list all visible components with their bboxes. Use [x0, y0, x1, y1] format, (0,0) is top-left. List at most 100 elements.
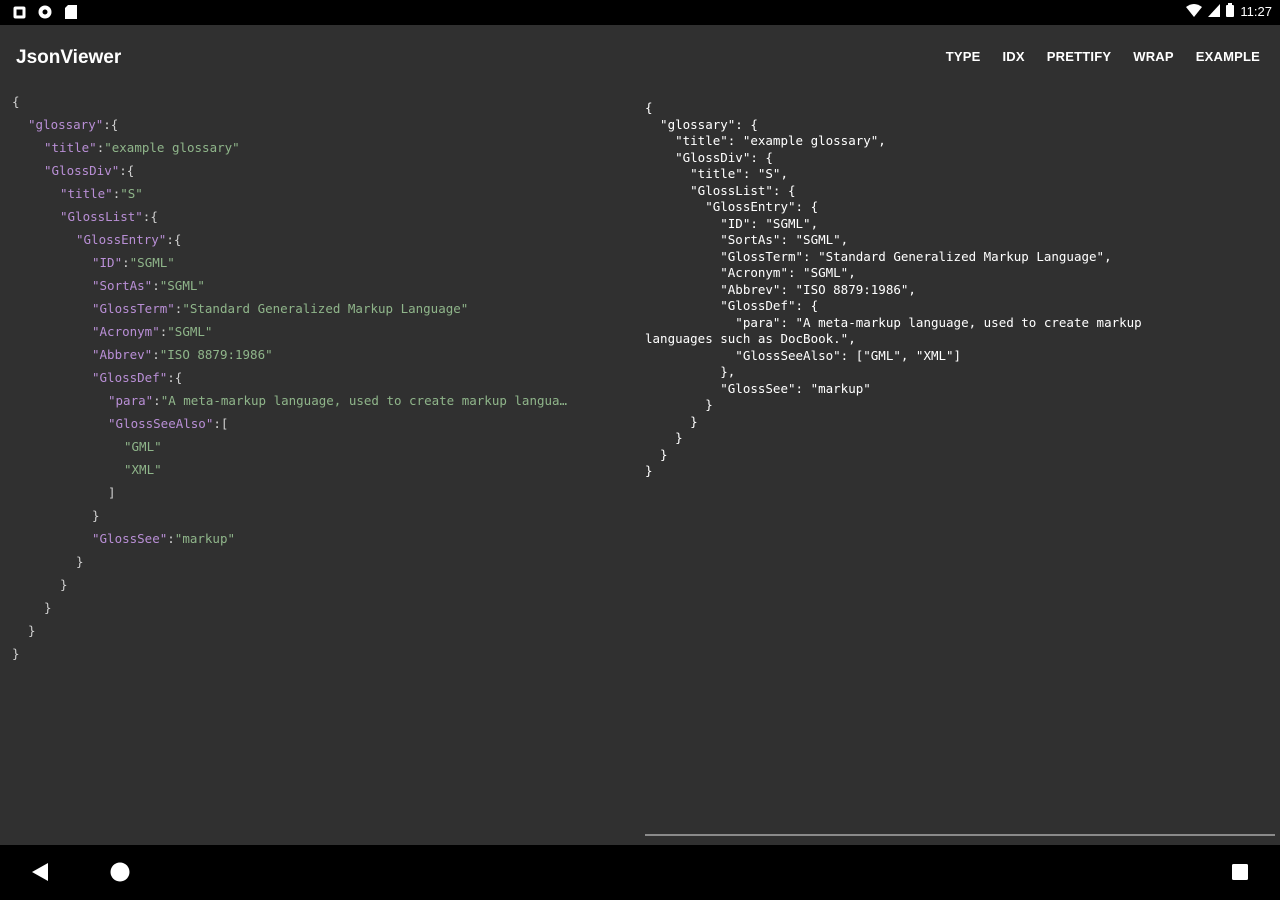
recents-icon[interactable] — [1232, 864, 1248, 885]
tree-line[interactable]: "XML" — [124, 460, 624, 480]
tree-brace: { — [150, 209, 158, 224]
raw-line: "title": "example glossary", — [645, 133, 886, 148]
tree-value: "SGML" — [129, 255, 175, 270]
tree-line[interactable]: "GlossSeeAlso":[ — [108, 414, 624, 434]
tree-key: "Acronym" — [92, 324, 160, 339]
tree-key: "GlossEntry" — [76, 232, 167, 247]
tree-key: "GlossSee" — [92, 531, 168, 546]
tree-brace: } — [60, 577, 68, 592]
tree-key: "SortAs" — [92, 278, 153, 293]
tree-line[interactable]: "GlossSee":"markup" — [92, 529, 624, 549]
tree-line[interactable]: "ID":"SGML" — [92, 253, 624, 273]
tree-line[interactable]: "Acronym":"SGML" — [92, 322, 624, 342]
raw-line: } — [645, 446, 668, 462]
tree-brace: [ — [220, 416, 229, 431]
raw-line: "GlossSeeAlso": ["GML", "XML"] — [645, 347, 962, 363]
tree-colon: : — [122, 255, 130, 270]
raw-line: "para": "A meta-markup language, used to… — [645, 314, 1142, 330]
tree-brace: } — [76, 554, 84, 569]
raw-line: }, — [645, 364, 736, 379]
tree-line[interactable]: } — [44, 598, 624, 618]
tree-value: "A meta-markup language, used to create … — [160, 393, 568, 408]
prettify-button[interactable]: PRETTIFY — [1047, 49, 1111, 64]
tree-value: "S" — [120, 186, 143, 201]
raw-line: "GlossSee": "markup" — [645, 380, 871, 396]
tree-line[interactable]: } — [28, 621, 624, 641]
raw-json-view[interactable]: { "glossary": { "title": "example glossa… — [645, 100, 1265, 480]
tree-key: "title" — [44, 140, 97, 155]
type-button[interactable]: TYPE — [946, 49, 981, 64]
tree-line[interactable]: "GlossEntry":{ — [76, 230, 624, 250]
battery-icon — [1226, 3, 1235, 20]
tree-key: "GlossDef" — [92, 370, 168, 385]
tree-value: "SGML" — [159, 278, 205, 293]
tree-key: "GlossDiv" — [44, 163, 120, 178]
tree-brace: { — [174, 370, 183, 385]
tree-line[interactable]: "title":"S" — [60, 184, 624, 204]
raw-line: "Abbrev": "ISO 8879:1986", — [645, 281, 916, 297]
tree-key: "title" — [60, 186, 113, 201]
tree-line[interactable]: } — [12, 644, 624, 664]
notification-icons — [12, 5, 78, 19]
tree-value: "example glossary" — [104, 140, 240, 155]
tree-line[interactable]: "GlossList":{ — [60, 207, 624, 227]
tree-value: "markup" — [174, 531, 236, 546]
tree-colon: : — [119, 163, 127, 178]
tree-colon: : — [167, 531, 175, 546]
system-icons: 11:27 — [1186, 3, 1272, 20]
tree-value: "ISO 8879:1986" — [159, 347, 273, 362]
raw-line: } — [645, 463, 653, 478]
tree-value: "Standard Generalized Markup Language" — [182, 301, 469, 316]
raw-line: "GlossList": { — [645, 182, 796, 198]
tree-line[interactable]: "GML" — [124, 437, 624, 457]
tree-colon: : — [152, 278, 160, 293]
tree-colon: : — [213, 416, 221, 431]
tree-line[interactable]: "GlossDiv":{ — [44, 161, 624, 181]
tree-line[interactable]: } — [92, 506, 624, 526]
tree-line[interactable]: "title":"example glossary" — [44, 138, 624, 158]
raw-line: "Acronym": "SGML", — [645, 265, 856, 280]
back-icon[interactable] — [32, 863, 50, 886]
tree-line[interactable]: } — [60, 575, 624, 595]
tree-value: "XML" — [124, 462, 162, 477]
signal-icon — [1208, 3, 1221, 20]
app-bar: JsonViewer TYPE IDX PRETTIFY WRAP EXAMPL… — [0, 25, 1280, 87]
tree-key: "Abbrev" — [92, 347, 153, 362]
idx-button[interactable]: IDX — [1003, 49, 1025, 64]
home-icon[interactable] — [110, 862, 130, 887]
tree-colon: : — [153, 393, 161, 408]
tree-colon: : — [166, 232, 174, 247]
tree-key: "GlossTerm" — [92, 301, 175, 316]
raw-line: "glossary": { — [645, 116, 758, 132]
tree-brace: } — [92, 508, 100, 523]
tree-line[interactable]: "SortAs":"SGML" — [92, 276, 624, 296]
tree-value: "GML" — [124, 439, 162, 454]
tree-line[interactable]: "GlossTerm":"Standard Generalized Markup… — [92, 299, 624, 319]
raw-line: "ID": "SGML", — [645, 215, 819, 231]
tree-brace: { — [173, 232, 182, 247]
tree-line[interactable]: "Abbrev":"ISO 8879:1986" — [92, 345, 624, 365]
tree-line[interactable]: "glossary":{ — [28, 115, 624, 135]
tree-line[interactable]: ] — [108, 483, 624, 503]
tree-brace: { — [110, 117, 119, 132]
raw-line: "GlossDef": { — [645, 298, 819, 313]
tree-colon: : — [167, 370, 175, 385]
tree-brace: { — [126, 163, 135, 178]
tree-line[interactable]: } — [76, 552, 624, 572]
tree-line[interactable]: "para":"A meta-markup language, used to … — [108, 391, 624, 411]
raw-line: } — [645, 397, 713, 412]
tree-line[interactable]: "GlossDef":{ — [92, 368, 624, 388]
raw-line: "GlossDiv": { — [645, 149, 773, 165]
wrap-button[interactable]: WRAP — [1133, 49, 1174, 64]
tree-brace: { — [12, 94, 20, 109]
scroll-indicator — [645, 834, 1275, 836]
tree-brace: } — [44, 600, 52, 615]
app-title: JsonViewer — [16, 47, 122, 68]
tree-line[interactable]: { — [12, 92, 624, 112]
tree-colon: : — [152, 347, 160, 362]
sync-icon — [38, 5, 52, 19]
example-button[interactable]: EXAMPLE — [1196, 49, 1260, 64]
raw-line: "SortAs": "SGML", — [645, 232, 849, 247]
tree-brace: } — [12, 646, 20, 661]
json-tree-view[interactable]: {"glossary":{"title":"example glossary" "… — [0, 92, 630, 842]
